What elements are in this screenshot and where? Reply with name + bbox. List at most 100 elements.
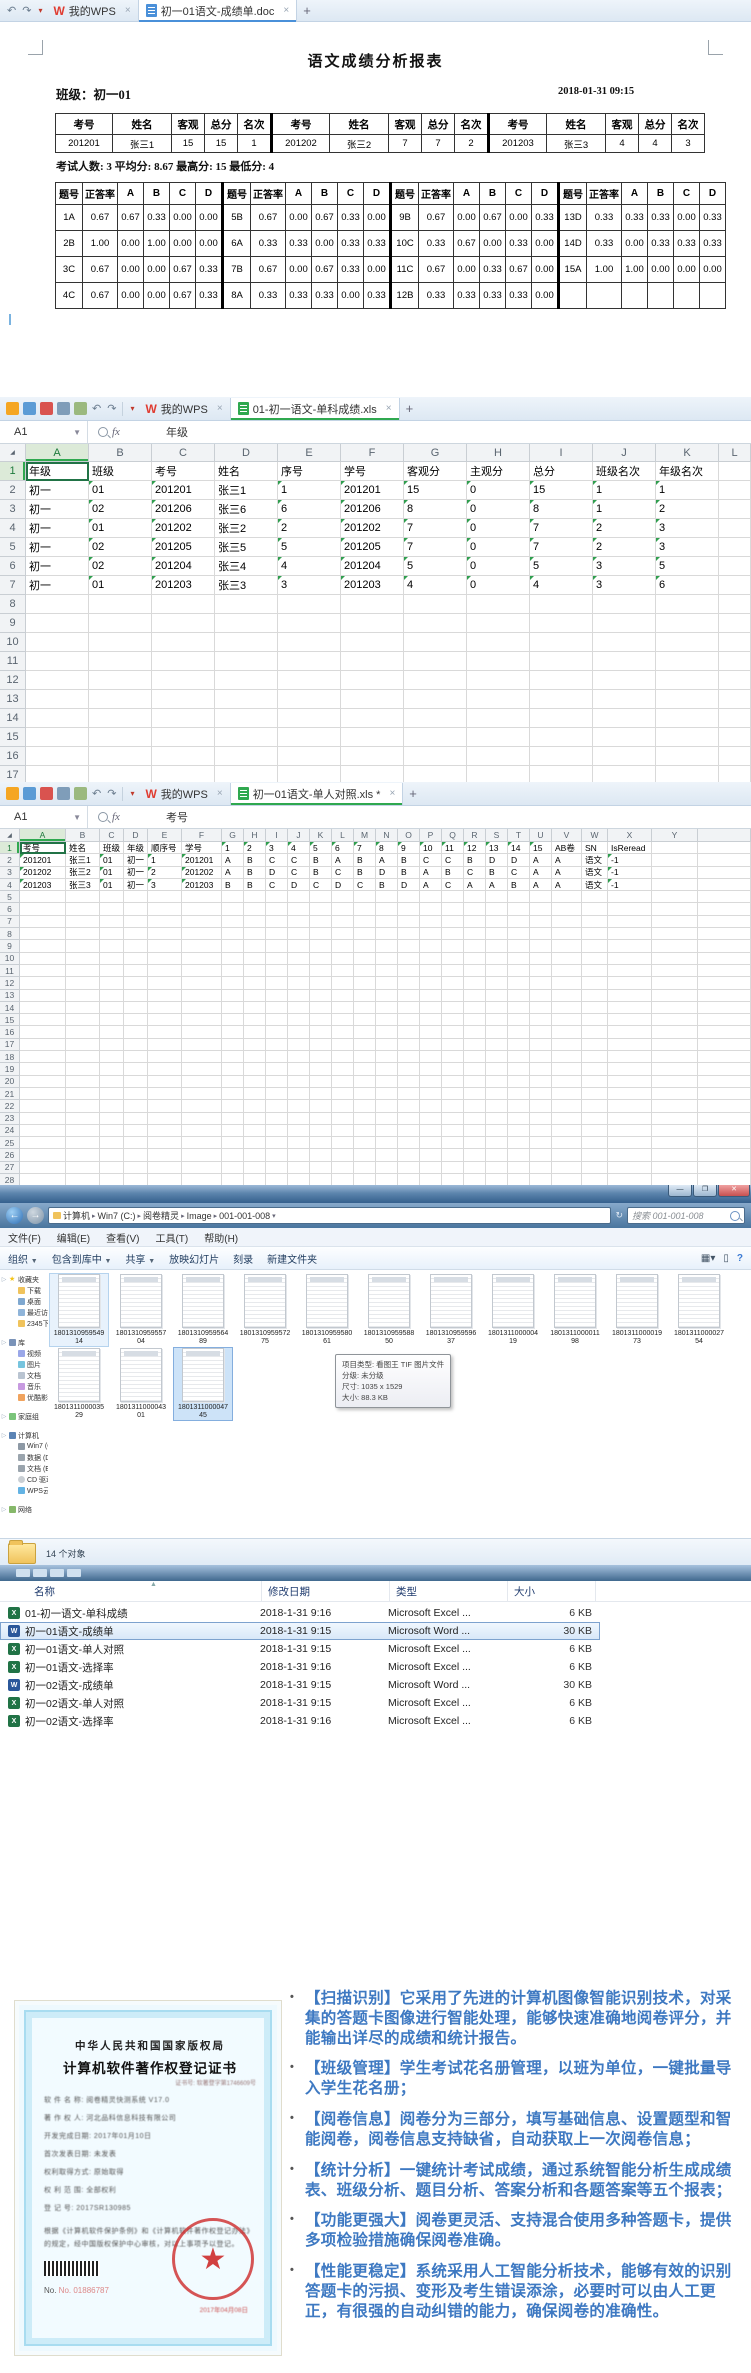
cell-P8[interactable]: [420, 928, 442, 940]
cell-C11[interactable]: [152, 652, 215, 671]
cell-I3[interactable]: D: [266, 867, 288, 879]
cell-J11[interactable]: [288, 965, 310, 977]
cell-B21[interactable]: [66, 1088, 100, 1100]
quickbar-caret-icon[interactable]: ▾: [126, 404, 138, 413]
cell-A24[interactable]: [20, 1125, 66, 1137]
cell-E17[interactable]: [148, 1039, 182, 1051]
cell-J2[interactable]: C: [288, 854, 310, 866]
cell-G4[interactable]: 7: [404, 519, 467, 538]
cell-C13[interactable]: [152, 690, 215, 709]
cell-N18[interactable]: [376, 1051, 398, 1063]
cell-Y23[interactable]: [652, 1113, 698, 1125]
cell-J5[interactable]: [288, 891, 310, 903]
cell-F8[interactable]: [341, 595, 404, 614]
cell-O25[interactable]: [398, 1137, 420, 1149]
cell-P11[interactable]: [420, 965, 442, 977]
cell-H15[interactable]: [244, 1014, 266, 1026]
cell-M11[interactable]: [354, 965, 376, 977]
cell-A22[interactable]: [20, 1100, 66, 1112]
cell-F8[interactable]: [182, 928, 222, 940]
maximize-button[interactable]: ❐: [693, 1185, 717, 1197]
cell-D12[interactable]: [124, 977, 148, 989]
cell-C12[interactable]: [152, 671, 215, 690]
cell-N24[interactable]: [376, 1125, 398, 1137]
sidebar-item-数据 (D:)[interactable]: 数据 (D:): [0, 1452, 48, 1463]
cell-U16[interactable]: [530, 1026, 552, 1038]
cell-B7[interactable]: [66, 916, 100, 928]
sidebar-item-音乐[interactable]: 音乐: [0, 1381, 48, 1392]
cell-I10[interactable]: [266, 953, 288, 965]
cell-L18[interactable]: [332, 1051, 354, 1063]
cell-K21[interactable]: [310, 1088, 332, 1100]
cell-V1[interactable]: AB卷: [552, 842, 582, 854]
cell-M28[interactable]: [354, 1174, 376, 1185]
cell-D12[interactable]: [215, 671, 278, 690]
cell-I9[interactable]: [530, 614, 593, 633]
cell-I5[interactable]: 7: [530, 538, 593, 557]
cell-S24[interactable]: [486, 1125, 508, 1137]
cell-B8[interactable]: [66, 928, 100, 940]
cell-H12[interactable]: [467, 671, 530, 690]
cell-W8[interactable]: [582, 928, 608, 940]
cell-D17[interactable]: [124, 1039, 148, 1051]
cell-B25[interactable]: [66, 1137, 100, 1149]
cell-R23[interactable]: [464, 1113, 486, 1125]
row-header-5[interactable]: 5: [0, 538, 26, 557]
cell-G8[interactable]: [222, 928, 244, 940]
cell-B3[interactable]: 02: [89, 500, 152, 519]
cell-C17[interactable]: [100, 1039, 124, 1051]
cell-O16[interactable]: [398, 1026, 420, 1038]
cell-X2[interactable]: -1: [608, 854, 652, 866]
cell-J4[interactable]: D: [288, 879, 310, 891]
cell-X8[interactable]: [608, 928, 652, 940]
cell-D6[interactable]: [124, 903, 148, 915]
column-header-A[interactable]: A: [26, 444, 89, 462]
cell-D5[interactable]: 张三5: [215, 538, 278, 557]
cell-S28[interactable]: [486, 1174, 508, 1185]
cell-O18[interactable]: [398, 1051, 420, 1063]
cell-A14[interactable]: [20, 1002, 66, 1014]
menu-item[interactable]: 编辑(E): [57, 1230, 90, 1245]
cell-I1[interactable]: 3: [266, 842, 288, 854]
cell-O2[interactable]: B: [398, 854, 420, 866]
command-item[interactable]: 放映幻灯片: [169, 1251, 219, 1266]
cell-G16[interactable]: [222, 1026, 244, 1038]
cell-B15[interactable]: [89, 728, 152, 747]
cell-E25[interactable]: [148, 1137, 182, 1149]
cell-Q20[interactable]: [442, 1076, 464, 1088]
preview-pane-icon[interactable]: ▯: [723, 1253, 729, 1264]
cell-T21[interactable]: [508, 1088, 530, 1100]
cell-D3[interactable]: 张三6: [215, 500, 278, 519]
cell-D8[interactable]: [215, 595, 278, 614]
cell-J2[interactable]: 1: [593, 481, 656, 500]
cell-H15[interactable]: [467, 728, 530, 747]
cell-G3[interactable]: 8: [404, 500, 467, 519]
cell-D2[interactable]: 初一: [124, 854, 148, 866]
cell-B14[interactable]: [66, 1002, 100, 1014]
cell-A10[interactable]: [20, 953, 66, 965]
cell-V9[interactable]: [552, 940, 582, 952]
cell-F3[interactable]: 201206: [341, 500, 404, 519]
cell-B10[interactable]: [66, 953, 100, 965]
cell-V3[interactable]: A: [552, 867, 582, 879]
cell-J13[interactable]: [593, 690, 656, 709]
cell-x15[interactable]: [698, 1014, 751, 1026]
cell-K7[interactable]: [310, 916, 332, 928]
cell-G10[interactable]: [222, 953, 244, 965]
cell-N17[interactable]: [376, 1039, 398, 1051]
cell-B12[interactable]: [89, 671, 152, 690]
cell-M23[interactable]: [354, 1113, 376, 1125]
cell-T12[interactable]: [508, 977, 530, 989]
cell-S10[interactable]: [486, 953, 508, 965]
cell-P19[interactable]: [420, 1063, 442, 1075]
cell-x17[interactable]: [698, 1039, 751, 1051]
cell-I18[interactable]: [266, 1051, 288, 1063]
cell-L3[interactable]: [719, 500, 751, 519]
cell-G24[interactable]: [222, 1125, 244, 1137]
cell-X14[interactable]: [608, 1002, 652, 1014]
column-header-X[interactable]: X: [608, 829, 652, 842]
cell-Q13[interactable]: [442, 990, 464, 1002]
cell-N5[interactable]: [376, 891, 398, 903]
cell-B24[interactable]: [66, 1125, 100, 1137]
new-tab-button[interactable]: +: [406, 401, 414, 416]
